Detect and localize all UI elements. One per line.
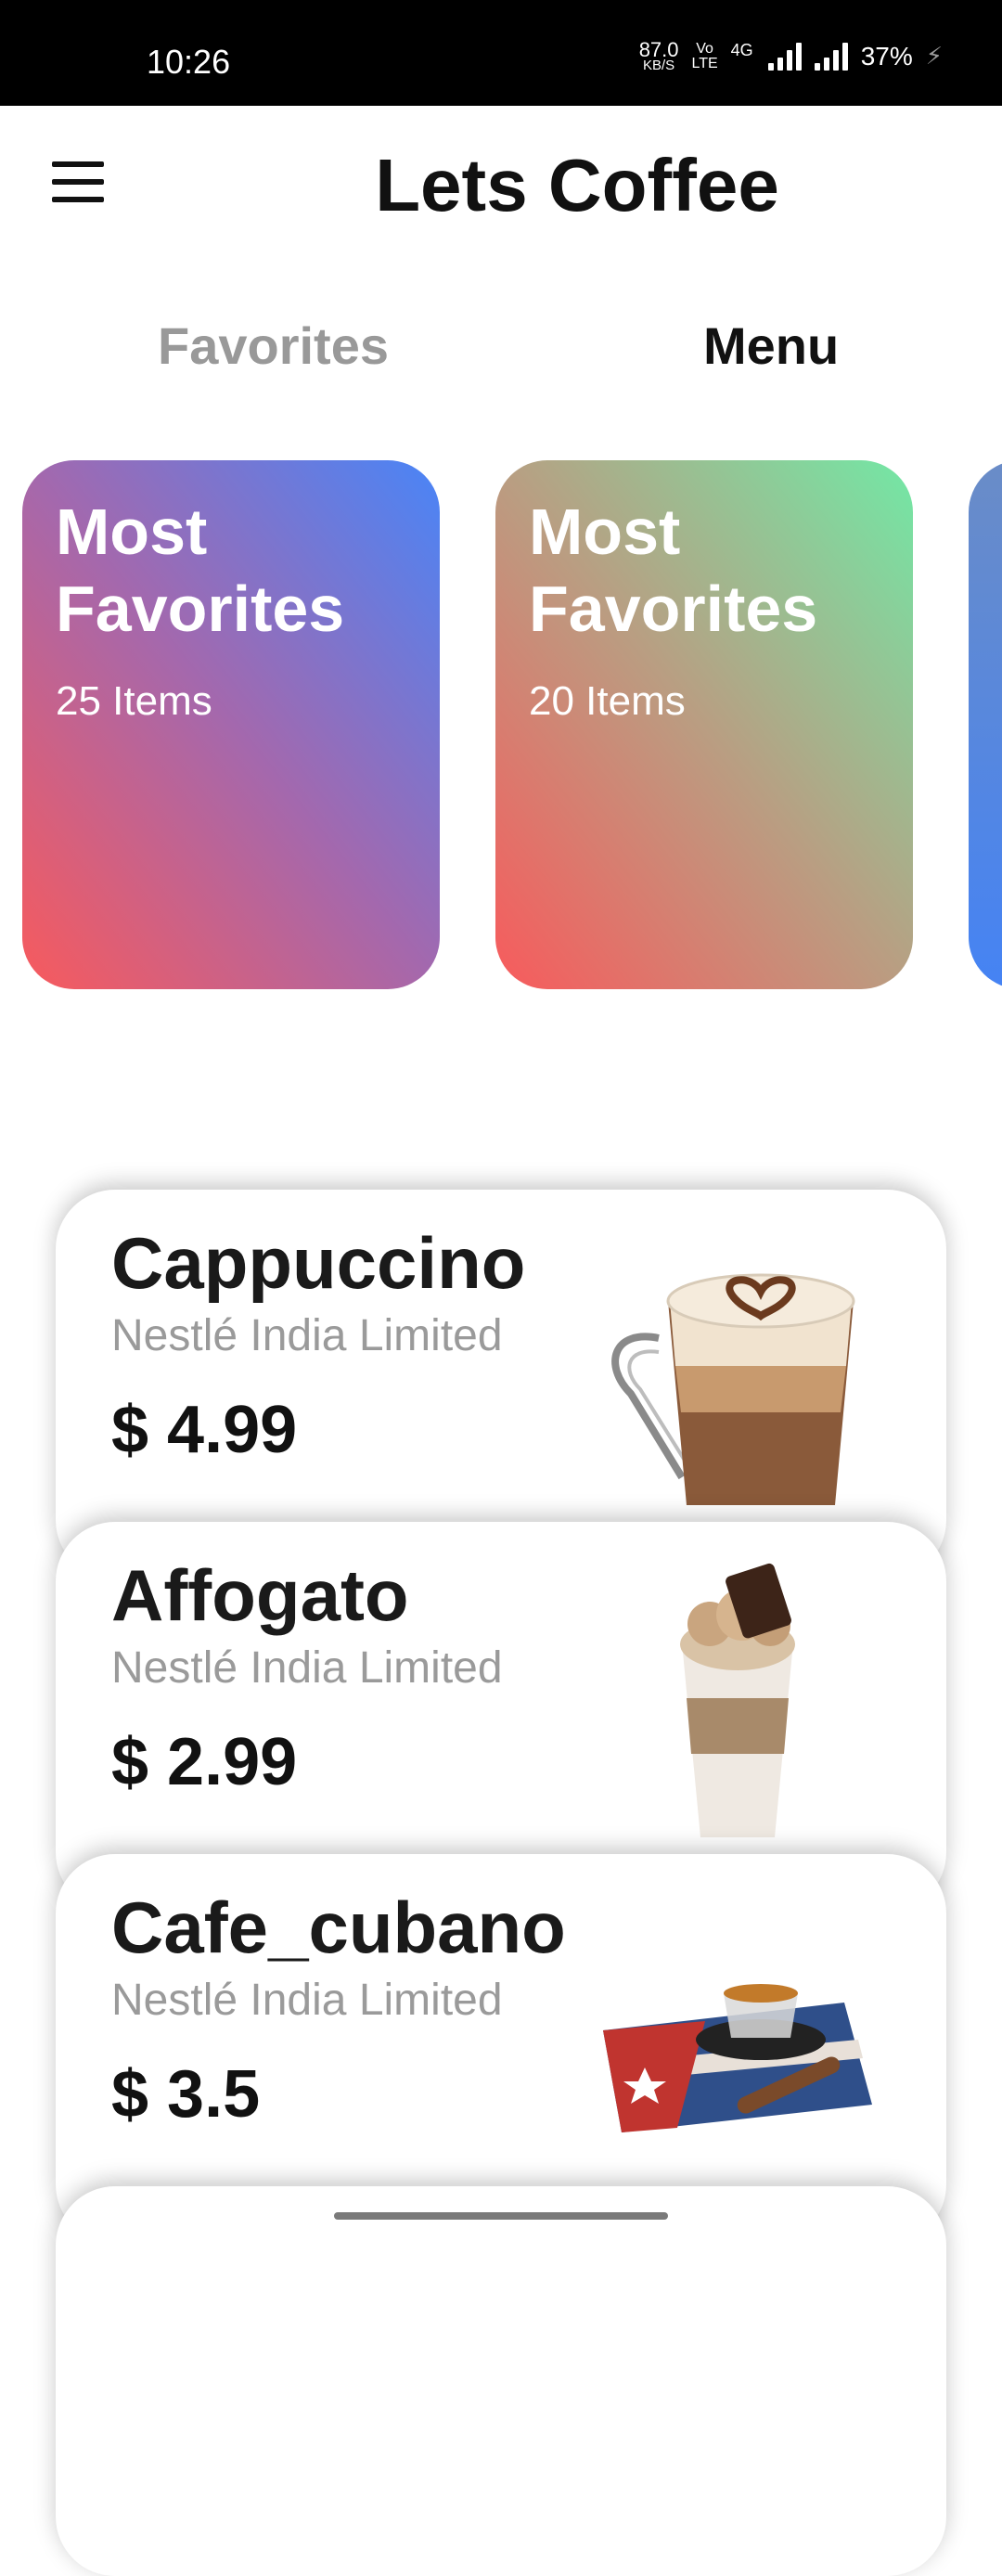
charging-icon: ⚡ (925, 42, 943, 71)
product-list: Cappuccino Nestlé India Limited $ 4.99 A… (56, 1190, 946, 2576)
affogato-image (680, 1563, 795, 1837)
product-card[interactable] (56, 2186, 946, 2576)
net-speed: 87.0 KB/S (638, 38, 679, 73)
product-brand: Nestlé India Limited (111, 1311, 503, 1360)
status-icons: 87.0 KB/S Vo LTE 4G 37% ⚡ (638, 38, 943, 73)
product-name: Cafe_cubano (111, 1887, 566, 1968)
signal-strength-icon (767, 42, 802, 71)
product-card[interactable]: Affogato Nestlé India Limited $ 2.99 (56, 1522, 946, 1912)
volte-icon: Vo LTE (691, 41, 718, 71)
category-title-line1: Most (529, 496, 681, 568)
battery-percent: 37% (860, 41, 913, 71)
category-carousel[interactable]: Most Favorites 25 Items Most Favorites 2… (0, 460, 1002, 989)
volte-top: Vo (696, 41, 713, 58)
home-indicator[interactable] (334, 2212, 668, 2220)
net-speed-unit: KB/S (643, 57, 675, 73)
product-name: Affogato (111, 1554, 409, 1636)
cappuccino-image (611, 1273, 855, 1505)
tab-favorites[interactable]: Favorites (158, 316, 389, 376)
product-brand: Nestlé India Limited (111, 1976, 503, 2025)
category-count: 25 Items (56, 678, 212, 725)
category-card[interactable] (969, 460, 1002, 989)
status-bar: 10:26 87.0 KB/S Vo LTE 4G 37% ⚡ (0, 0, 1002, 106)
app-title: Lets Coffee (375, 144, 779, 226)
product-price: $ 2.99 (111, 1725, 298, 1799)
tab-bar: Favorites Menu (0, 306, 1002, 399)
product-card[interactable]: Cafe_cubano Nestlé India Limited $ 3.5 (56, 1854, 946, 2244)
app-bar: Lets Coffee (0, 106, 1002, 264)
product-card[interactable]: Cappuccino Nestlé India Limited $ 4.99 (56, 1190, 946, 1579)
net-speed-value: 87.0 (638, 38, 679, 61)
category-card[interactable]: Most Favorites 25 Items (22, 460, 440, 989)
status-time: 10:26 (147, 43, 231, 81)
product-price: $ 4.99 (111, 1393, 298, 1467)
category-count: 20 Items (529, 678, 686, 725)
volte-bottom: LTE (691, 55, 718, 71)
product-name: Cappuccino (111, 1222, 526, 1304)
category-title-line2: Favorites (529, 572, 818, 645)
tab-menu[interactable]: Menu (703, 316, 839, 376)
category-title: Most Favorites (529, 494, 880, 647)
product-price: $ 3.5 (111, 2057, 261, 2132)
network-type: 4G (730, 41, 753, 59)
category-title: Most Favorites (56, 494, 406, 647)
signal-strength-icon-2 (814, 42, 848, 71)
category-card[interactable]: Most Favorites 20 Items (495, 460, 913, 989)
product-brand: Nestlé India Limited (111, 1643, 503, 1693)
category-title-line1: Most (56, 496, 208, 568)
cafe-cubano-image (603, 1984, 872, 2132)
category-title-line2: Favorites (56, 572, 345, 645)
